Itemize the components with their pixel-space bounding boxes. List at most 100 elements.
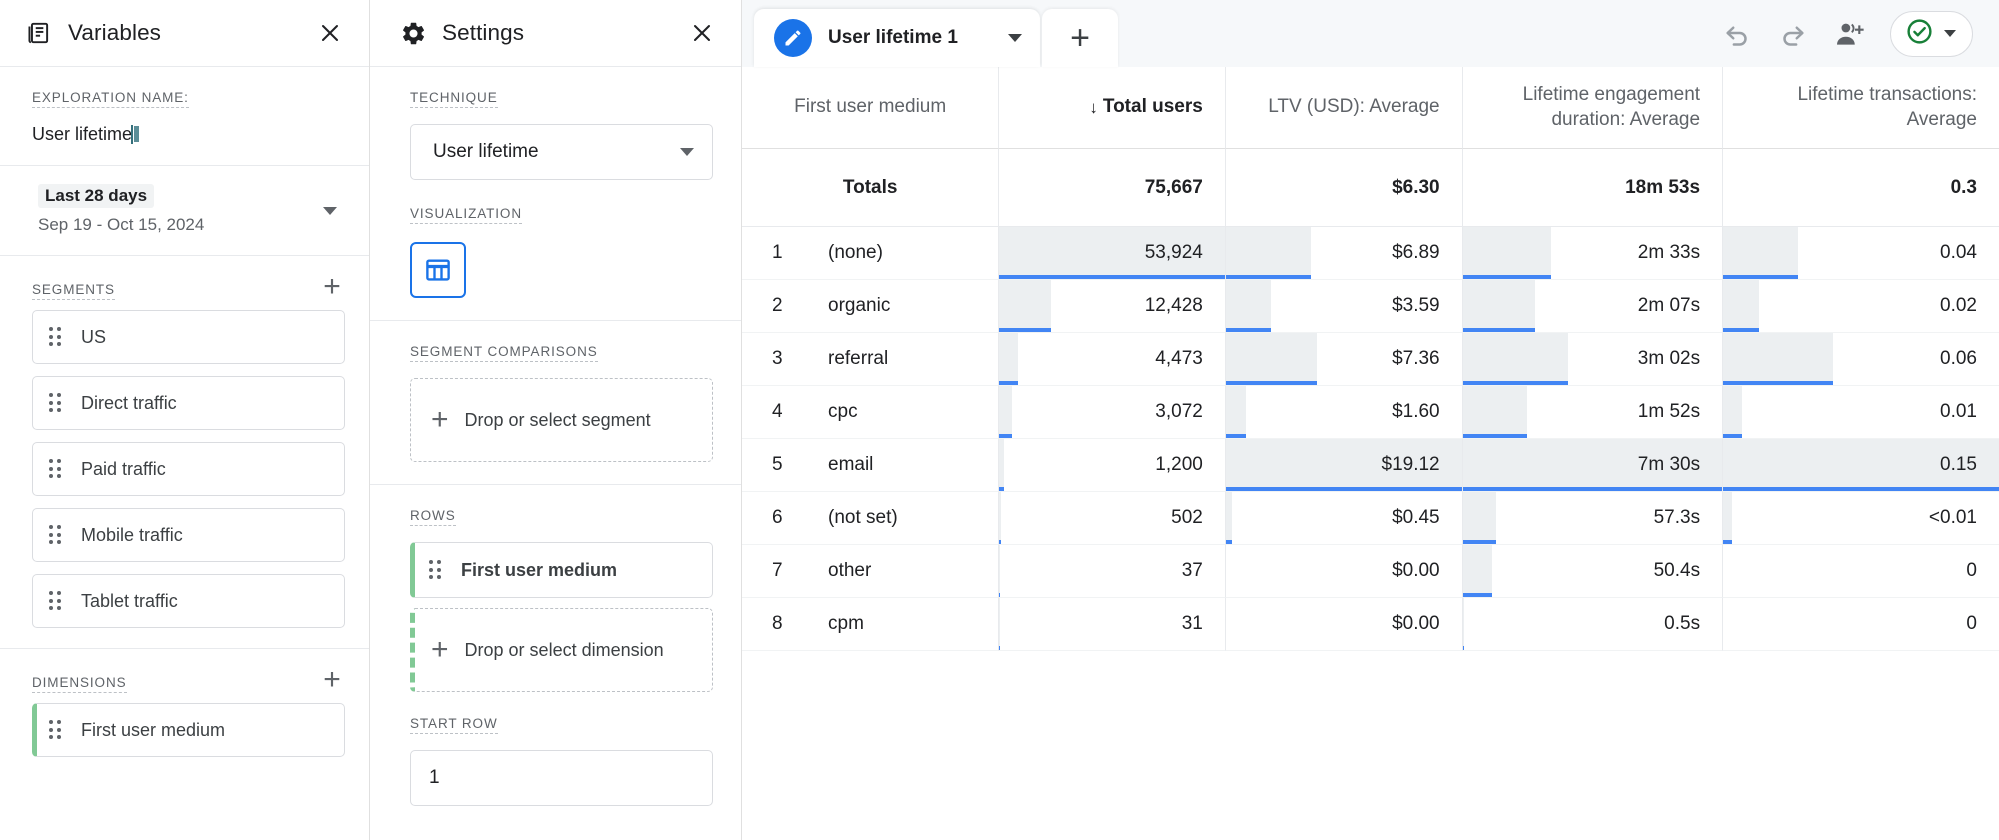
metric-bar-background xyxy=(1225,227,1311,276)
row-dimension-value: (not set) xyxy=(828,507,898,528)
add-tab-button[interactable]: + xyxy=(1042,9,1118,67)
totals-duration: 18m 53s xyxy=(1462,149,1724,227)
redo-icon[interactable] xyxy=(1770,11,1816,57)
undo-icon[interactable] xyxy=(1714,11,1760,57)
metric-value: $0.00 xyxy=(1392,560,1440,581)
segment-item-us[interactable]: US xyxy=(32,310,345,364)
row-index: 1 xyxy=(772,242,783,263)
date-range-selector[interactable]: Last 28 days Sep 19 - Oct 15, 2024 xyxy=(0,166,369,256)
row-index: 5 xyxy=(772,454,783,475)
cell-total-users: 4,473 xyxy=(999,333,1226,386)
metric-bar-background xyxy=(1462,280,1536,329)
technique-select[interactable]: User lifetime xyxy=(410,124,713,180)
column-header-total-users[interactable]: ↓ Total users xyxy=(999,67,1226,149)
settings-panel: Settings TECHNIQUE User lifetime VISUALI… xyxy=(370,0,742,840)
segment-item-mobile-traffic[interactable]: Mobile traffic xyxy=(32,508,345,562)
metric-bar-background xyxy=(999,492,1002,541)
totals-ltv: $6.30 xyxy=(1225,149,1463,227)
segment-label: Direct traffic xyxy=(81,392,177,413)
plus-icon: + xyxy=(431,633,449,666)
chevron-down-icon[interactable] xyxy=(1008,34,1022,42)
tab-user-lifetime-1[interactable]: User lifetime 1 xyxy=(754,9,1040,67)
column-header-first-user-medium[interactable]: First user medium xyxy=(742,67,1000,149)
metric-value: 0.5s xyxy=(1664,613,1701,634)
table-row[interactable]: 6 (not set) 502 $0.45 57.3s <0.01 xyxy=(742,492,1999,545)
start-row-input[interactable] xyxy=(429,767,694,789)
settings-panel-title: Settings xyxy=(442,20,525,45)
metric-value: 0.01 xyxy=(1940,401,1977,422)
drag-handle-icon[interactable] xyxy=(49,327,65,347)
canvas-toolbar xyxy=(1714,0,1973,67)
column-header-lifetime-transactions[interactable]: Lifetime transactions: Average xyxy=(1723,67,1999,149)
exploration-name-input[interactable]: User lifetime xyxy=(32,124,132,145)
drag-handle-icon[interactable] xyxy=(49,393,65,413)
segment-item-paid-traffic[interactable]: Paid traffic xyxy=(32,442,345,496)
start-row-field[interactable] xyxy=(410,750,713,806)
metric-bar-indicator xyxy=(1723,328,1759,332)
table-row[interactable]: 5 email 1,200 $19.12 7m 30s 0.15 xyxy=(742,439,1999,492)
segment-item-direct-traffic[interactable]: Direct traffic xyxy=(32,376,345,430)
segment-drop-zone[interactable]: + Drop or select segment xyxy=(410,378,713,462)
segment-drop-text: Drop or select segment xyxy=(464,409,651,430)
add-person-icon[interactable] xyxy=(1826,11,1872,57)
cell-total-users: 1,200 xyxy=(999,439,1226,492)
column-header-lifetime-engagement-duration[interactable]: Lifetime engagement duration: Average xyxy=(1462,67,1724,149)
metric-bar-background xyxy=(1462,386,1528,435)
metric-value: 502 xyxy=(1171,507,1203,528)
table-row[interactable]: 7 other 37 $0.00 50.4s 0 xyxy=(742,545,1999,598)
totals-transactions: 0.3 xyxy=(1723,149,1999,227)
column-header-ltv-average[interactable]: LTV (USD): Average xyxy=(1225,67,1463,149)
rows-item-first-user-medium[interactable]: First user medium xyxy=(410,542,713,598)
drag-handle-icon[interactable] xyxy=(49,459,65,479)
dimensions-section: DIMENSIONS + First user medium xyxy=(0,649,369,777)
rows-block: ROWS First user medium + Drop or select … xyxy=(370,485,741,828)
rows-drop-zone[interactable]: + Drop or select dimension xyxy=(410,608,713,692)
cell-dimension: 4 cpc xyxy=(742,386,1000,439)
cell-ltv: $0.45 xyxy=(1225,492,1463,545)
segment-item-tablet-traffic[interactable]: Tablet traffic xyxy=(32,574,345,628)
metric-bar-indicator xyxy=(1225,434,1246,438)
row-dimension-value: (none) xyxy=(828,242,883,263)
drag-handle-icon[interactable] xyxy=(49,525,65,545)
metric-value: 4,473 xyxy=(1155,348,1203,369)
metric-value: 50.4s xyxy=(1653,560,1701,581)
check-circle-icon xyxy=(1905,17,1934,51)
add-segment-button[interactable]: + xyxy=(315,270,349,304)
metric-bar-background xyxy=(1462,227,1551,276)
table-row[interactable]: 3 referral 4,473 $7.36 3m 02s 0.06 xyxy=(742,333,1999,386)
close-icon[interactable] xyxy=(687,18,717,48)
cell-total-users: 31 xyxy=(999,598,1226,651)
segment-comparisons-block: SEGMENT COMPARISONS + Drop or select seg… xyxy=(370,321,741,485)
drag-handle-icon[interactable] xyxy=(49,591,65,611)
metric-value: $7.36 xyxy=(1392,348,1440,369)
close-icon[interactable] xyxy=(315,18,345,48)
metric-bar-indicator xyxy=(1723,434,1742,438)
drag-handle-icon[interactable] xyxy=(49,720,65,740)
dimension-item-first-user-medium[interactable]: First user medium xyxy=(32,703,345,757)
metric-bar-indicator xyxy=(999,540,1002,544)
segments-section: SEGMENTS + US Direct traffic Paid traffi… xyxy=(0,256,369,649)
totals-value: 75,667 xyxy=(1144,176,1203,198)
metric-bar-indicator xyxy=(999,434,1013,438)
cell-ltv: $7.36 xyxy=(1225,333,1463,386)
gear-icon xyxy=(398,18,428,48)
metric-value: <0.01 xyxy=(1928,507,1977,528)
add-dimension-button[interactable]: + xyxy=(315,663,349,697)
table-body: 1 (none) 53,924 $6.89 2m 33s 0.04 2 organic 12,4… xyxy=(742,227,1999,651)
row-dimension-value: organic xyxy=(828,295,891,316)
drag-handle-icon[interactable] xyxy=(429,560,445,580)
table-row[interactable]: 4 cpc 3,072 $1.60 1m 52s 0.01 xyxy=(742,386,1999,439)
segment-label: Mobile traffic xyxy=(81,524,183,545)
table-viz-icon[interactable] xyxy=(410,242,466,298)
cell-dimension: 5 email xyxy=(742,439,1000,492)
cell-transactions: 0.01 xyxy=(1723,386,1999,439)
row-dimension-value: other xyxy=(828,560,872,581)
cell-duration: 50.4s xyxy=(1462,545,1724,598)
metric-bar-background xyxy=(1462,333,1568,382)
table-row[interactable]: 2 organic 12,428 $3.59 2m 07s 0.02 xyxy=(742,280,1999,333)
table-row[interactable]: 8 cpm 31 $0.00 0.5s 0 xyxy=(742,598,1999,651)
metric-bar-indicator xyxy=(1225,540,1232,544)
metric-value: $3.59 xyxy=(1392,295,1440,316)
table-row[interactable]: 1 (none) 53,924 $6.89 2m 33s 0.04 xyxy=(742,227,1999,280)
share-status-button[interactable] xyxy=(1890,10,1973,57)
